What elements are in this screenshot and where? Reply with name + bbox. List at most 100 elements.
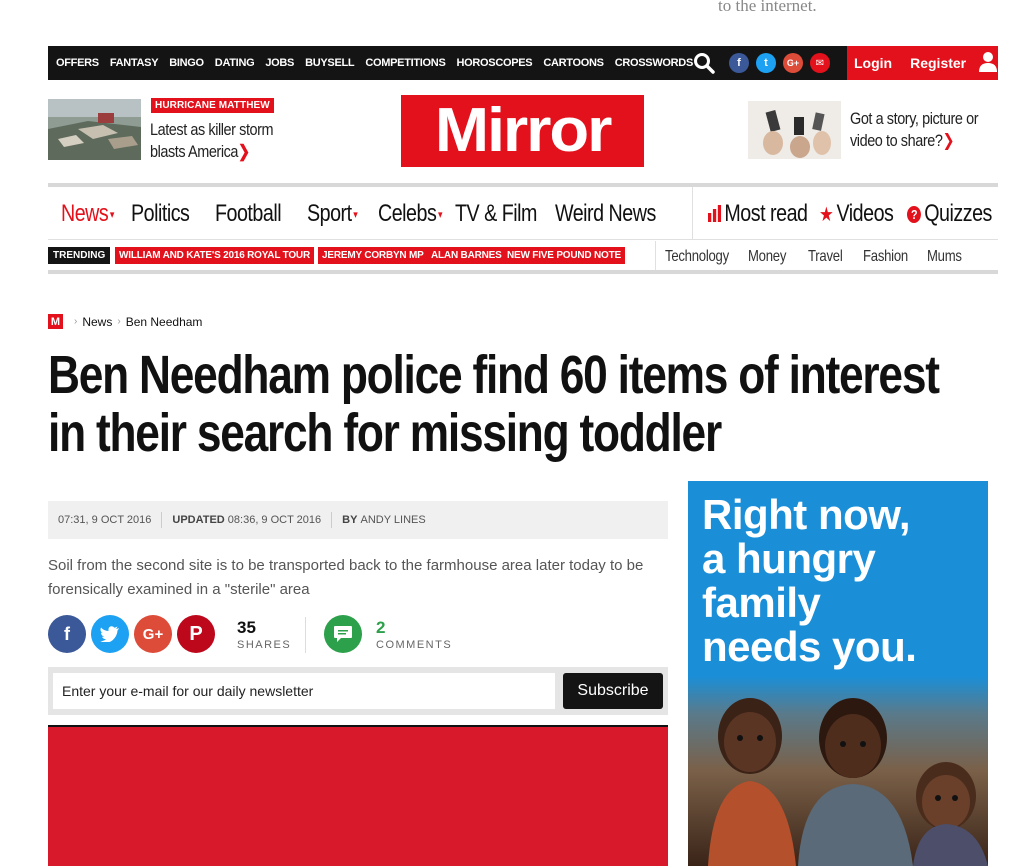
ad-headline: Right now, a hungry family needs you.: [702, 491, 917, 669]
top-link-buysell[interactable]: BUYSELL: [305, 57, 355, 69]
ad-line-1: Right now,: [702, 491, 911, 538]
trending-tag-alan-barnes[interactable]: ALAN BARNES: [427, 247, 506, 264]
subscribe-button[interactable]: Subscribe: [563, 673, 663, 709]
ad-family-photo: [688, 676, 988, 866]
top-bar: OFFERS FANTASY BINGO DATING JOBS BUYSELL…: [48, 46, 998, 80]
promo-tag[interactable]: HURRICANE MATTHEW: [151, 98, 274, 113]
top-link-cartoons[interactable]: CARTOONS: [543, 57, 604, 69]
breadcrumb-news[interactable]: News: [82, 315, 112, 329]
article-meta: 07:31, 9 OCT 2016 UPDATED 08:36, 9 OCT 2…: [48, 501, 668, 539]
article-standfirst: Soil from the second site is to be trans…: [48, 557, 644, 598]
pinterest-share-icon[interactable]: P: [177, 615, 215, 653]
section-mums[interactable]: Mums: [927, 248, 962, 266]
twitter-share-icon[interactable]: [91, 615, 129, 653]
ad-line-3: family: [702, 579, 821, 626]
mirror-logo[interactable]: Mirror: [401, 95, 644, 167]
article-media-placeholder[interactable]: [48, 725, 668, 866]
nav-most-read[interactable]: Most read: [708, 200, 808, 229]
comment-count[interactable]: 2: [376, 618, 385, 638]
share-count-label: SHARES: [237, 639, 292, 651]
nav-most-read-label: Most read: [724, 200, 808, 227]
nav-tv-film-label: TV & Film: [455, 200, 537, 227]
trending-bar: TRENDING WILLIAM AND KATE'S 2016 ROYAL T…: [48, 241, 998, 274]
nav-item-celebs[interactable]: Celebs ▾: [378, 200, 442, 228]
nav-divider: [692, 187, 693, 240]
top-link-dating[interactable]: DATING: [215, 57, 255, 69]
nav-videos[interactable]: ★ Videos: [819, 200, 894, 228]
charity-advert[interactable]: Right now, a hungry family needs you.: [688, 481, 988, 866]
nav-football-label: Football: [215, 200, 282, 227]
caret-down-icon: ▾: [437, 209, 443, 222]
nav-item-tv-film[interactable]: TV & Film: [455, 200, 537, 228]
breadcrumb: M › News › Ben Needham: [48, 314, 202, 329]
section-travel[interactable]: Travel: [808, 248, 843, 266]
ad-line-2: a hungry: [702, 535, 876, 582]
facebook-icon[interactable]: f: [729, 53, 749, 73]
twitter-icon[interactable]: t: [756, 53, 776, 73]
author-link[interactable]: ANDY LINES: [361, 514, 426, 526]
nav-item-news[interactable]: News ▾: [61, 200, 114, 228]
breadcrumb-home-logo[interactable]: M: [48, 314, 63, 329]
top-link-offers[interactable]: OFFERS: [56, 57, 99, 69]
user-icon[interactable]: [978, 51, 998, 76]
question-icon: ?: [907, 206, 921, 224]
comment-icon[interactable]: [324, 615, 362, 653]
share-story-link[interactable]: Got a story, picture or video to share?❯: [850, 108, 1003, 152]
nav-sport-label: Sport: [307, 200, 352, 227]
google-plus-icon[interactable]: G+: [783, 53, 803, 73]
chevron-right-icon: ❯: [942, 131, 955, 150]
comment-count-label: COMMENTS: [376, 639, 453, 651]
promo-headline-link[interactable]: Latest as killer storm blasts America❯: [150, 119, 295, 163]
login-link[interactable]: Login: [854, 55, 892, 71]
breadcrumb-ben-needham[interactable]: Ben Needham: [126, 315, 203, 329]
top-link-crosswords[interactable]: CROSSWORDS: [615, 57, 694, 69]
share-story-image[interactable]: [748, 101, 841, 159]
section-technology[interactable]: Technology: [665, 248, 729, 266]
google-plus-share-icon[interactable]: G+: [134, 615, 172, 653]
nav-item-football[interactable]: Football: [215, 200, 282, 228]
register-link[interactable]: Register: [910, 55, 966, 71]
top-link-bingo[interactable]: BINGO: [169, 57, 204, 69]
search-icon[interactable]: [692, 51, 716, 75]
nav-quizzes[interactable]: ? Quizzes: [907, 200, 992, 228]
trending-tag-royal-tour[interactable]: WILLIAM AND KATE'S 2016 ROYAL TOUR: [115, 247, 314, 264]
updated-label: UPDATED: [172, 514, 225, 526]
section-money[interactable]: Money: [748, 248, 786, 266]
nav-politics-label: Politics: [131, 200, 190, 227]
email-icon[interactable]: ✉: [810, 53, 830, 73]
breadcrumb-separator: ›: [117, 316, 121, 327]
facebook-share-icon[interactable]: f: [48, 615, 86, 653]
breadcrumb-separator: ›: [74, 316, 78, 327]
main-nav: News ▾ Politics Football Sport ▾ Celebs ▾ T…: [48, 187, 998, 240]
top-link-horoscopes[interactable]: HOROSCOPES: [456, 57, 532, 69]
hurricane-promo-image[interactable]: [48, 99, 141, 160]
section-fashion[interactable]: Fashion: [863, 248, 908, 266]
top-links: OFFERS FANTASY BINGO DATING JOBS BUYSELL…: [48, 57, 704, 69]
newsletter-email-input[interactable]: [53, 673, 555, 709]
meta-divider: [161, 512, 163, 528]
share-count: 35: [237, 618, 256, 637]
top-link-fantasy[interactable]: FANTASY: [110, 57, 159, 69]
nav-item-sport[interactable]: Sport ▾: [307, 200, 358, 228]
trending-divider: [655, 241, 656, 270]
caret-down-icon: ▾: [109, 209, 115, 222]
top-link-competitions[interactable]: COMPETITIONS: [365, 57, 445, 69]
nav-quizzes-label: Quizzes: [924, 200, 992, 227]
login-area: Login Register: [847, 46, 998, 80]
nav-item-politics[interactable]: Politics: [131, 200, 190, 228]
top-faded-text: to the internet.: [718, 0, 817, 15]
nav-weird-news-label: Weird News: [555, 200, 656, 227]
top-link-jobs[interactable]: JOBS: [265, 57, 294, 69]
share-divider: [305, 617, 306, 653]
nav-videos-label: Videos: [836, 200, 894, 227]
trending-tag-corbyn[interactable]: JEREMY CORBYN MP: [318, 247, 428, 264]
trending-tag-five-pound[interactable]: NEW FIVE POUND NOTE: [503, 247, 625, 264]
chevron-right-icon: ❯: [238, 142, 250, 161]
article-headline: Ben Needham police find 60 items of inte…: [48, 345, 940, 463]
by-label: BY: [342, 514, 358, 526]
logo-text: Mirror: [434, 96, 613, 165]
meta-divider: [331, 512, 333, 528]
newsletter-form: Subscribe: [48, 667, 668, 715]
bar-chart-icon: [708, 201, 722, 229]
nav-item-weird-news[interactable]: Weird News: [555, 200, 656, 228]
